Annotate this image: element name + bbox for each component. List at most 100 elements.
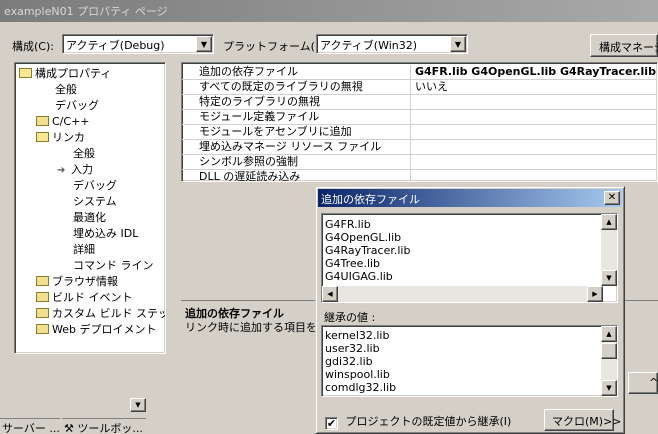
toolbox-icon: ⚒ bbox=[64, 422, 74, 434]
tree-item[interactable]: 全般 bbox=[55, 82, 77, 97]
scroll-left-icon[interactable]: ◀ bbox=[322, 286, 338, 302]
folder-open-icon bbox=[19, 68, 32, 78]
grid-row-name: 特定のライブラリの無視 bbox=[182, 95, 411, 110]
tab-toolbox[interactable]: ⚒ ツールボッ... bbox=[62, 418, 146, 434]
platform-label: プラットフォーム(P): bbox=[223, 40, 330, 53]
partial-button[interactable]: ^ bbox=[628, 372, 658, 394]
grid-row-name: モジュールをアセンブリに追加 bbox=[182, 125, 411, 140]
platform-dropdown[interactable]: アクティブ(Win32) ▼ bbox=[316, 34, 468, 54]
inherited-listbox[interactable]: kernel32.lib user32.lib gdi32.lib winspo… bbox=[321, 325, 618, 397]
dropdown-arrow-icon[interactable]: ▼ bbox=[196, 36, 212, 52]
dialog-title-bar: 追加の依存ファイル ✕ bbox=[318, 189, 622, 207]
list-item[interactable]: G4FR.lib bbox=[325, 218, 371, 231]
folder-icon bbox=[36, 292, 49, 302]
grid-row[interactable]: モジュールをアセンブリに追加 bbox=[182, 125, 657, 140]
property-tree[interactable]: 構成プロパティ 全般 デバッグ C/C++ リンカ 全般 ➔ 入力 デバッグ シス… bbox=[14, 62, 166, 354]
folder-icon bbox=[36, 276, 49, 286]
window-title-bar: exampleN01 プロパティ ページ bbox=[0, 0, 658, 22]
tree-item[interactable]: デバッグ bbox=[73, 178, 117, 193]
tree-item[interactable]: ブラウザ情報 bbox=[36, 274, 118, 289]
tree-root[interactable]: 構成プロパティ bbox=[19, 66, 111, 81]
folder-icon bbox=[36, 116, 49, 126]
grid-row-name: DLL の遅延読み込み bbox=[182, 170, 411, 181]
description-text: リンク時に追加する項目を指 bbox=[185, 321, 328, 334]
tree-item[interactable]: 詳細 bbox=[73, 242, 95, 257]
inherit-checkbox-label: プロジェクトの既定値から継承(I) bbox=[345, 415, 512, 428]
tree-item[interactable]: カスタム ビルド ステップ bbox=[36, 306, 165, 321]
chevron-down-icon[interactable]: ▼ bbox=[130, 398, 146, 412]
tree-item-selected[interactable]: ➔ 入力 bbox=[57, 162, 93, 177]
grid-row-name: シンボル参照の強制 bbox=[182, 155, 411, 170]
inherit-checkbox[interactable]: ✔ bbox=[325, 417, 338, 430]
scroll-up-icon[interactable]: ▲ bbox=[601, 214, 617, 230]
config-dropdown[interactable]: アクティブ(Debug) ▼ bbox=[62, 34, 214, 54]
dropdown-arrow-icon[interactable]: ▼ bbox=[450, 36, 466, 52]
inherit-checkbox-row[interactable]: ✔ プロジェクトの既定値から継承(I) bbox=[325, 413, 511, 430]
folder-icon bbox=[36, 308, 49, 318]
platform-value: アクティブ(Win32) bbox=[320, 39, 418, 52]
dependency-dialog[interactable]: 追加の依存ファイル ✕ G4FR.lib G4OpenGL.lib G4RayT… bbox=[315, 186, 625, 434]
grid-row[interactable]: 追加の依存ファイル G4FR.lib G4OpenGL.lib G4RayTra… bbox=[182, 65, 657, 80]
bottom-panel: ▼ サーバー ... ⚒ ツールボッ... bbox=[0, 398, 162, 434]
scroll-down-icon[interactable]: ▼ bbox=[601, 270, 617, 286]
grid-row-name: モジュール定義ファイル bbox=[182, 110, 411, 125]
grid-row-value[interactable] bbox=[412, 95, 657, 110]
grid-row-value[interactable] bbox=[412, 125, 657, 140]
grid-row-value[interactable]: G4FR.lib G4OpenGL.lib G4RayTracer.lib G bbox=[412, 65, 657, 80]
tree-item[interactable]: Web デプロイメント bbox=[36, 322, 156, 337]
config-value: アクティブ(Debug) bbox=[66, 39, 165, 52]
grid-row-value[interactable] bbox=[412, 140, 657, 155]
inherited-label: 継承の値 : bbox=[324, 311, 376, 324]
grid-row[interactable]: 埋め込みマネージ リソース ファイル bbox=[182, 140, 657, 155]
vertical-scrollbar[interactable]: ▲ ▼ bbox=[601, 326, 617, 396]
config-manager-button[interactable]: 構成マネージャ bbox=[590, 34, 658, 57]
close-icon[interactable]: ✕ bbox=[604, 191, 620, 205]
tree-item[interactable]: ビルド イベント bbox=[36, 290, 133, 305]
list-item: user32.lib bbox=[325, 342, 380, 355]
list-item[interactable]: G4Tree.lib bbox=[325, 257, 380, 270]
grid-row[interactable]: モジュール定義ファイル bbox=[182, 110, 657, 125]
tree-item[interactable]: コマンド ライン bbox=[73, 258, 154, 273]
macro-button[interactable]: マクロ(M)>> bbox=[544, 409, 622, 431]
grid-row[interactable]: すべての既定のライブラリの無視 いいえ bbox=[182, 80, 657, 95]
horizontal-scrollbar[interactable]: ◀ ▶ bbox=[322, 286, 603, 302]
grid-row-name: すべての既定のライブラリの無視 bbox=[182, 80, 411, 95]
dependency-listbox[interactable]: G4FR.lib G4OpenGL.lib G4RayTracer.lib G4… bbox=[321, 213, 618, 303]
grid-row-name: 埋め込みマネージ リソース ファイル bbox=[182, 140, 411, 155]
scroll-down-icon[interactable]: ▼ bbox=[601, 380, 617, 396]
property-grid[interactable]: 追加の依存ファイル G4FR.lib G4OpenGL.lib G4RayTra… bbox=[181, 62, 658, 182]
window-title: exampleN01 プロパティ ページ bbox=[4, 5, 168, 18]
list-item: gdi32.lib bbox=[325, 355, 373, 368]
grid-row-value[interactable] bbox=[412, 155, 657, 170]
tree-item[interactable]: 全般 bbox=[73, 146, 95, 161]
tree-item[interactable]: デバッグ bbox=[55, 98, 99, 113]
list-item: kernel32.lib bbox=[325, 329, 390, 342]
grid-row-name: 追加の依存ファイル bbox=[182, 65, 411, 80]
scroll-right-icon[interactable]: ▶ bbox=[587, 286, 603, 302]
list-item: winspool.lib bbox=[325, 368, 390, 381]
dialog-title: 追加の依存ファイル bbox=[321, 193, 420, 206]
list-item[interactable]: G4OpenGL.lib bbox=[325, 231, 401, 244]
grid-row[interactable]: 特定のライブラリの無視 bbox=[182, 95, 657, 110]
scroll-thumb[interactable] bbox=[601, 343, 617, 359]
arrow-right-icon: ➔ bbox=[57, 165, 66, 176]
list-item: comdlg32.lib bbox=[325, 381, 397, 394]
grid-row-value[interactable] bbox=[412, 110, 657, 125]
grid-row[interactable]: DLL の遅延読み込み bbox=[182, 170, 657, 181]
grid-row-value[interactable] bbox=[412, 170, 657, 181]
folder-open-icon bbox=[36, 132, 49, 142]
folder-icon bbox=[36, 324, 49, 334]
list-item[interactable]: G4UIGAG.lib bbox=[325, 270, 393, 283]
scroll-up-icon[interactable]: ▲ bbox=[601, 326, 617, 342]
tree-item[interactable]: C/C++ bbox=[36, 114, 90, 129]
vertical-scrollbar[interactable]: ▲ ▼ bbox=[601, 214, 617, 286]
list-item[interactable]: G4RayTracer.lib bbox=[325, 244, 410, 257]
config-label: 構成(C): bbox=[12, 40, 54, 53]
tree-item[interactable]: 埋め込み IDL bbox=[73, 226, 138, 241]
tab-server[interactable]: サーバー ... bbox=[0, 418, 60, 434]
grid-row-value[interactable]: いいえ bbox=[412, 80, 657, 95]
tree-item[interactable]: システム bbox=[73, 194, 117, 209]
tree-item[interactable]: リンカ bbox=[36, 130, 85, 145]
tree-item[interactable]: 最適化 bbox=[73, 210, 106, 225]
grid-row[interactable]: シンボル参照の強制 bbox=[182, 155, 657, 170]
